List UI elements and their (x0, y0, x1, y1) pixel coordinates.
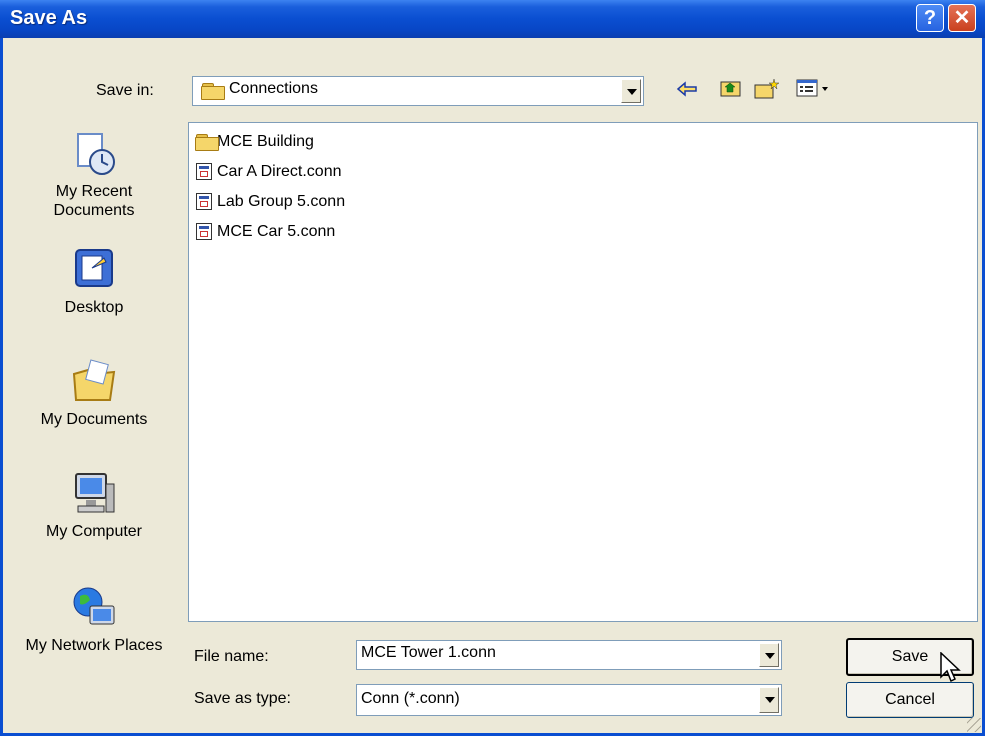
file-name-input[interactable]: MCE Tower 1.conn (356, 640, 782, 670)
file-name-value: MCE Tower 1.conn (361, 644, 496, 661)
place-label: My Computer (45, 523, 143, 540)
place-label: My Documents (40, 411, 148, 428)
save-button-label: Save (891, 648, 929, 665)
file-name: MCE Car 5.conn (217, 223, 336, 240)
place-label: Desktop (64, 299, 124, 316)
mouse-cursor-icon (940, 652, 961, 683)
conn-file-icon (195, 192, 215, 211)
file-list[interactable]: MCE Building Car A Direct.conn Lab Group… (188, 122, 978, 622)
cancel-button-label: Cancel (885, 691, 935, 708)
file-name: Lab Group 5.conn (217, 193, 346, 210)
cancel-button[interactable]: Cancel (846, 682, 974, 718)
help-button[interactable]: ? (916, 4, 944, 32)
list-item[interactable]: Lab Group 5.conn (195, 191, 345, 213)
chevron-down-icon[interactable] (759, 687, 779, 713)
place-desktop[interactable]: Desktop (22, 246, 166, 317)
back-arrow-icon[interactable] (674, 78, 700, 104)
file-name: Car A Direct.conn (217, 163, 342, 180)
file-name: MCE Building (217, 133, 314, 150)
save-as-type-value: Conn (*.conn) (361, 690, 460, 707)
help-icon: ? (923, 7, 937, 29)
file-name-label: File name: (194, 648, 269, 665)
save-as-type-label: Save as type: (194, 690, 291, 707)
my-computer-icon (70, 470, 118, 518)
resize-grip[interactable] (967, 718, 981, 732)
save-in-label: Save in: (96, 82, 154, 99)
recent-documents-icon (70, 130, 118, 178)
place-my-documents[interactable]: My Documents (22, 358, 166, 429)
list-item[interactable]: MCE Building (195, 131, 314, 153)
views-menu-icon[interactable] (794, 78, 834, 104)
window-title: Save As (10, 7, 88, 29)
desktop-icon (70, 246, 118, 294)
conn-file-icon (195, 222, 215, 241)
close-icon: ✕ (953, 7, 971, 29)
chevron-down-icon[interactable] (759, 643, 779, 667)
my-documents-icon (70, 358, 118, 406)
folder-icon (195, 133, 219, 151)
place-recent-documents[interactable]: My Recent Documents (22, 130, 166, 220)
network-places-icon (70, 584, 118, 632)
up-folder-icon[interactable] (718, 78, 744, 104)
list-item[interactable]: Car A Direct.conn (195, 161, 342, 183)
title-bar[interactable]: Save As ? ✕ (0, 0, 985, 38)
folder-icon (201, 83, 225, 100)
place-label: My Recent Documents (53, 183, 135, 219)
list-item[interactable]: MCE Car 5.conn (195, 221, 335, 243)
new-folder-icon[interactable] (754, 78, 780, 104)
save-as-type-dropdown[interactable]: Conn (*.conn) (356, 684, 782, 716)
place-my-computer[interactable]: My Computer (22, 470, 166, 541)
save-in-dropdown[interactable]: Connections (192, 76, 644, 106)
close-button[interactable]: ✕ (948, 4, 976, 32)
place-label: My Network Places (25, 637, 163, 654)
chevron-down-icon[interactable] (621, 79, 641, 103)
conn-file-icon (195, 162, 215, 181)
place-network-places[interactable]: My Network Places (22, 584, 166, 655)
save-in-value: Connections (229, 80, 318, 97)
